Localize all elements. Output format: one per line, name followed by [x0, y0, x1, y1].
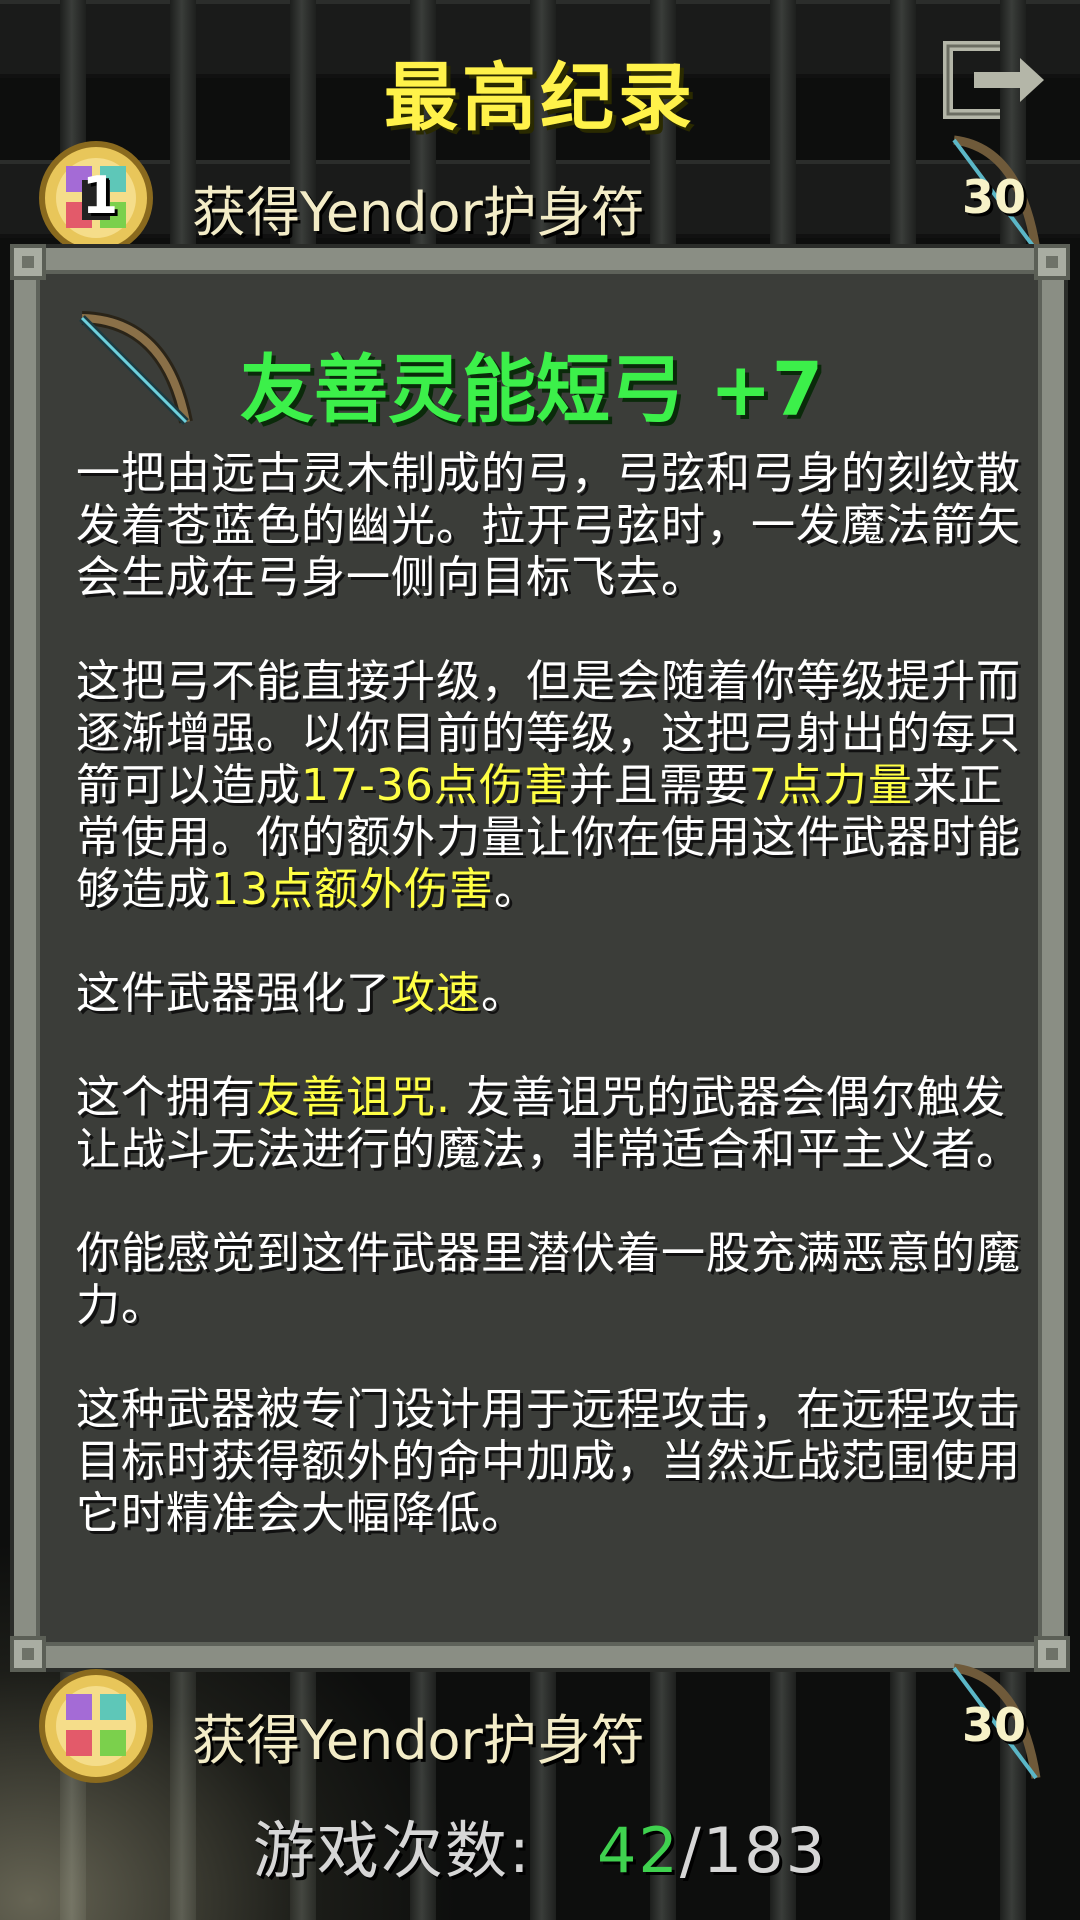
- record-label: 获得Yendor护身符: [192, 181, 645, 244]
- item-header: 友善灵能短弓 +7: [74, 310, 1012, 433]
- item-description: 一把由远古灵木制成的弓，弓弦和弓身的刻纹散发着苍蓝色的幽光。拉开弓弦时，一发魔法…: [76, 448, 1046, 1540]
- description-text: 你能感觉到这件武器里潜伏着一股充满恶意的魔力。: [76, 1228, 1021, 1331]
- item-name: 友善灵能短弓 +7: [240, 347, 824, 433]
- amulet-of-yendor-icon: [39, 1669, 153, 1783]
- games-current: 42: [596, 1814, 680, 1887]
- description-text: 。: [481, 968, 526, 1019]
- highlighted-stat: 13点额外伤害: [211, 864, 494, 915]
- hero-level: 30: [961, 1698, 1026, 1752]
- highlighted-stat: 友善诅咒.: [256, 1072, 451, 1123]
- description-text: 这件武器强化了: [76, 968, 391, 1019]
- highlighted-stat: 17-36点伤害: [301, 760, 569, 811]
- description-paragraph: 这种武器被专门设计用于远程攻击，在远程攻击目标时获得额外的命中加成，当然近战范围…: [76, 1384, 1046, 1540]
- window-corner: [1034, 244, 1070, 280]
- description-text: 这个拥有: [76, 1072, 256, 1123]
- highlighted-stat: 7点力量: [748, 760, 913, 811]
- description-text: 并且需要: [568, 760, 749, 811]
- rank-number: 1: [82, 166, 119, 226]
- window-corner: [10, 1636, 46, 1672]
- games-played-counter: 游戏次数: 42/183: [0, 1800, 1080, 1890]
- description-paragraph: 这个拥有友善诅咒. 友善诅咒的武器会偶尔触发让战斗无法进行的魔法，非常适合和平主…: [76, 1072, 1046, 1176]
- description-text: 这种武器被专门设计用于远程攻击，在远程攻击目标时获得额外的命中加成，当然近战范围…: [76, 1384, 1021, 1539]
- games-total: /183: [679, 1814, 828, 1887]
- record-entry-top[interactable]: 1 获得Yendor护身符 30: [0, 135, 1080, 260]
- hero-level: 30: [961, 170, 1026, 224]
- description-paragraph: 你能感觉到这件武器里潜伏着一股充满恶意的魔力。: [76, 1228, 1046, 1332]
- page-title: 最高纪录: [384, 55, 696, 141]
- description-paragraph: 一把由远古灵木制成的弓，弓弦和弓身的刻纹散发着苍蓝色的幽光。拉开弓弦时，一发魔法…: [76, 448, 1046, 604]
- spirit-bow-icon: [79, 311, 193, 425]
- description-paragraph: 这件武器强化了攻速。: [76, 968, 1046, 1020]
- record-entry-bottom[interactable]: 获得Yendor护身符 30: [0, 1663, 1080, 1788]
- description-text: 一把由远古灵木制成的弓，弓弦和弓身的刻纹散发着苍蓝色的幽光。拉开弓弦时，一发魔法…: [76, 448, 1021, 603]
- window-corner: [10, 244, 46, 280]
- games-label: 游戏次数:: [252, 1814, 532, 1887]
- description-text: 。: [494, 864, 539, 915]
- exit-icon[interactable]: [940, 40, 1050, 120]
- record-label: 获得Yendor护身符: [192, 1709, 645, 1772]
- highlighted-stat: 攻速: [391, 968, 481, 1019]
- item-info-window: 友善灵能短弓 +7 一把由远古灵木制成的弓，弓弦和弓身的刻纹散发着苍蓝色的幽光。…: [14, 248, 1064, 1668]
- description-paragraph: 这把弓不能直接升级，但是会随着你等级提升而逐渐增强。以你目前的等级，这把弓射出的…: [76, 656, 1046, 916]
